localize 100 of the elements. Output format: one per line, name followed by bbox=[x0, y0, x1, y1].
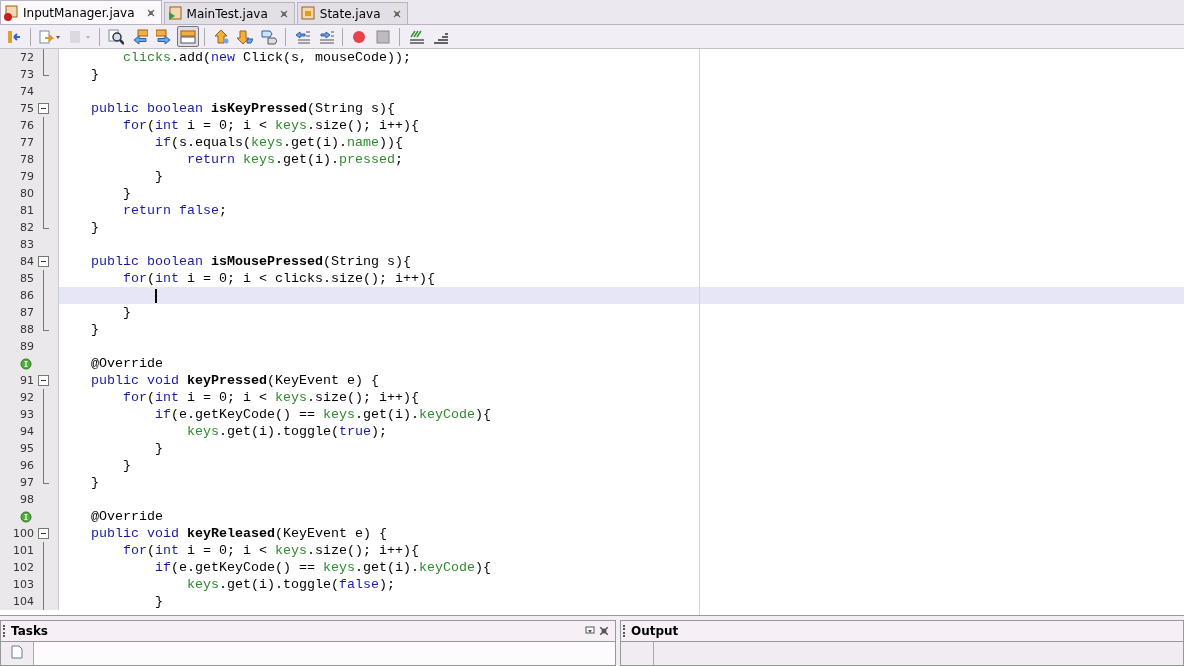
code-text: )){ bbox=[378, 134, 403, 151]
code-text: .get(i). bbox=[282, 134, 347, 151]
code-text: .size(); i++){ bbox=[307, 117, 419, 134]
code-text: .add( bbox=[171, 49, 211, 66]
override-icon bbox=[20, 510, 32, 523]
code-text: ( bbox=[147, 117, 155, 134]
java-file-icon bbox=[299, 5, 316, 22]
find-previous-icon bbox=[132, 28, 148, 45]
code-keyword: public boolean bbox=[91, 253, 204, 270]
close-icon[interactable] bbox=[599, 626, 609, 636]
highlight-toggle-button[interactable] bbox=[177, 26, 199, 47]
shift-right-icon bbox=[318, 28, 334, 45]
collapse-icon[interactable] bbox=[38, 375, 49, 386]
code-text: .get(i). bbox=[354, 406, 419, 423]
line-number: 95 bbox=[19, 441, 34, 457]
code-text: } bbox=[91, 321, 99, 338]
document-icon[interactable] bbox=[11, 645, 23, 659]
code-field: keyCode bbox=[418, 406, 475, 423]
line-number: 81 bbox=[19, 203, 34, 219]
code-text: ){ bbox=[474, 406, 491, 423]
code-text: } bbox=[91, 474, 99, 491]
line-number: 83 bbox=[19, 237, 34, 253]
code-text: ( bbox=[147, 542, 155, 559]
code-field: keys bbox=[275, 117, 307, 134]
search-button[interactable] bbox=[105, 26, 127, 47]
collapse-icon[interactable] bbox=[38, 256, 49, 267]
code-text: @Override bbox=[91, 508, 163, 525]
code-keyword: public void bbox=[91, 525, 180, 542]
code-text: Click(s, mouseCode)); bbox=[242, 49, 411, 66]
code-field: keys bbox=[187, 576, 219, 593]
bookmark-up-icon bbox=[213, 28, 229, 45]
code-keyword: public void bbox=[91, 372, 180, 389]
line-number: 78 bbox=[19, 152, 34, 168]
line-number: 76 bbox=[19, 118, 34, 134]
method-name: keyPressed bbox=[187, 372, 267, 389]
comment-icon bbox=[408, 28, 424, 45]
line-number: 86 bbox=[19, 288, 34, 304]
code-field: keys bbox=[275, 389, 307, 406]
line-number: 87 bbox=[19, 305, 34, 321]
close-icon[interactable] bbox=[392, 9, 401, 18]
code-text: (KeyEvent e) { bbox=[266, 372, 379, 389]
code-field: keyCode bbox=[418, 559, 475, 576]
line-number: 104 bbox=[12, 594, 34, 610]
code-keyword: return bbox=[187, 151, 236, 168]
code-text: } bbox=[123, 304, 131, 321]
file-tab[interactable]: InputManager.java bbox=[0, 0, 162, 24]
line-number: 102 bbox=[12, 560, 34, 576]
code-field: keys bbox=[322, 559, 355, 576]
close-icon[interactable] bbox=[279, 9, 288, 18]
line-number: 101 bbox=[12, 543, 34, 559]
code-field: keys bbox=[250, 134, 283, 151]
shift-left-icon bbox=[294, 28, 310, 45]
code-field: keys bbox=[187, 423, 219, 440]
code-keyword: if bbox=[155, 406, 171, 423]
line-number: 92 bbox=[19, 390, 34, 406]
code-text: (String s){ bbox=[306, 100, 395, 117]
code-text: } bbox=[91, 219, 99, 236]
code-text: } bbox=[123, 185, 131, 202]
file-tab[interactable]: MainTest.java bbox=[163, 2, 295, 24]
line-number: 98 bbox=[19, 492, 34, 508]
code-field: keys bbox=[243, 151, 275, 168]
java-file-run-icon bbox=[166, 5, 183, 22]
code-text: .get(i).toggle( bbox=[219, 576, 339, 593]
collapse-icon[interactable] bbox=[38, 528, 49, 539]
line-number: 96 bbox=[19, 458, 34, 474]
code-text: .get(i). bbox=[275, 151, 339, 168]
code-keyword: if bbox=[155, 559, 171, 576]
bookmark-down-icon bbox=[237, 28, 253, 45]
collapse-icon[interactable] bbox=[38, 103, 49, 114]
file-tab[interactable]: State.java bbox=[296, 2, 408, 24]
line-number: 79 bbox=[19, 169, 34, 185]
bookmark-toggle-icon bbox=[261, 28, 277, 45]
minimize-icon[interactable] bbox=[585, 626, 595, 636]
code-text: } bbox=[155, 593, 163, 610]
java-file-error-icon bbox=[3, 4, 19, 21]
line-number: 82 bbox=[19, 220, 34, 236]
panel-title: Output bbox=[631, 624, 680, 638]
code-field: pressed bbox=[339, 151, 395, 168]
line-number: 85 bbox=[19, 271, 34, 287]
line-number: 74 bbox=[19, 84, 34, 100]
method-name: isMousePressed bbox=[211, 253, 323, 270]
code-text: (KeyEvent e) { bbox=[274, 525, 387, 542]
line-number: 80 bbox=[19, 186, 34, 202]
code-keyword: if bbox=[155, 134, 171, 151]
code-field: keys bbox=[275, 542, 307, 559]
code-text: ); bbox=[370, 423, 387, 440]
code-text: (e.getKeyCode() == bbox=[171, 559, 316, 576]
last-edit-icon bbox=[6, 28, 22, 45]
code-text: ( bbox=[147, 270, 155, 287]
find-next-icon bbox=[156, 28, 172, 45]
code-keyword: true bbox=[338, 423, 371, 440]
line-number: 94 bbox=[19, 424, 34, 440]
code-text: .get(i). bbox=[354, 559, 419, 576]
line-number: 100 bbox=[12, 526, 34, 542]
code-text: ){ bbox=[474, 559, 491, 576]
line-number: 91 bbox=[19, 373, 34, 389]
stop-icon bbox=[375, 28, 391, 45]
code-text: i = 0; i < clicks.size(); i++){ bbox=[186, 270, 435, 287]
override-icon bbox=[20, 357, 32, 370]
close-icon[interactable] bbox=[146, 8, 155, 17]
